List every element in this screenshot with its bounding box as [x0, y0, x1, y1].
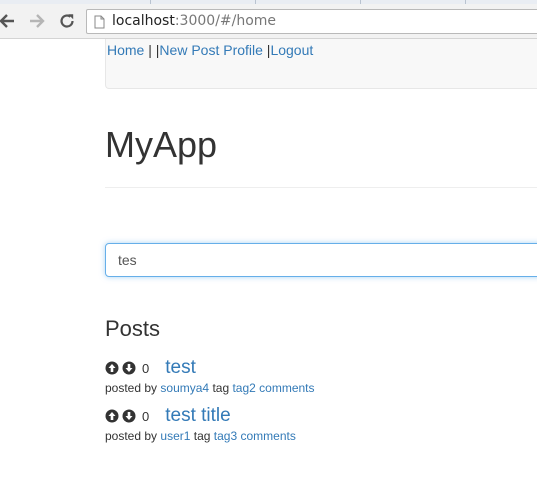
posted-by-label: posted by — [105, 381, 158, 395]
address-bar[interactable]: localhost:3000/#/home — [86, 9, 537, 34]
search-input[interactable] — [105, 243, 537, 277]
forward-button[interactable] — [26, 10, 48, 32]
page-title: MyApp — [105, 124, 218, 165]
post-title-link[interactable]: test title — [165, 405, 230, 427]
downvote-icon[interactable] — [122, 361, 136, 375]
upvote-icon[interactable] — [105, 409, 119, 423]
tag-link[interactable]: tag2 — [232, 381, 255, 395]
page-icon — [94, 15, 105, 34]
reload-icon — [60, 14, 74, 28]
posted-by-label: posted by — [105, 429, 158, 443]
nav-home-link[interactable]: Home — [107, 42, 144, 58]
back-button[interactable] — [0, 10, 18, 32]
tag-label: tag — [193, 429, 211, 443]
app-navbar: Home | |New Post Profile |Logout — [105, 39, 537, 89]
vote-count: 0 — [142, 360, 150, 376]
post-meta: posted by soumya4 tag tag2 comments — [105, 381, 315, 395]
posts-heading: Posts — [105, 316, 161, 341]
reload-button[interactable] — [56, 10, 78, 32]
upvote-icon[interactable] — [105, 361, 119, 375]
nav-profile-link[interactable]: Profile — [223, 42, 263, 58]
vote-count: 0 — [142, 408, 150, 424]
back-arrow-icon — [0, 14, 14, 28]
nav-links: Home | |New Post Profile |Logout — [107, 42, 313, 58]
browser-toolbar: localhost:3000/#/home — [0, 4, 537, 39]
post-title-link[interactable]: test — [165, 357, 196, 379]
comments-link[interactable]: comments — [259, 381, 314, 395]
nav-new-post-link[interactable]: New Post — [159, 42, 219, 58]
title-divider — [105, 187, 537, 188]
url-text: localhost:3000/#/home — [112, 13, 276, 29]
forward-arrow-icon — [30, 14, 45, 28]
author-link[interactable]: user1 — [160, 429, 190, 443]
tag-link[interactable]: tag3 — [214, 429, 237, 443]
post-header: 0 test — [105, 356, 196, 380]
downvote-icon[interactable] — [122, 409, 136, 423]
author-link[interactable]: soumya4 — [160, 381, 209, 395]
tag-label: tag — [212, 381, 230, 395]
comments-link[interactable]: comments — [241, 429, 296, 443]
post-meta: posted by user1 tag tag3 comments — [105, 429, 296, 443]
url-path: :3000/#/home — [174, 13, 277, 29]
nav-separator: | | — [144, 42, 160, 58]
post-header: 0 test title — [105, 404, 231, 428]
nav-logout-link[interactable]: Logout — [270, 42, 313, 58]
url-host: localhost — [112, 13, 175, 29]
